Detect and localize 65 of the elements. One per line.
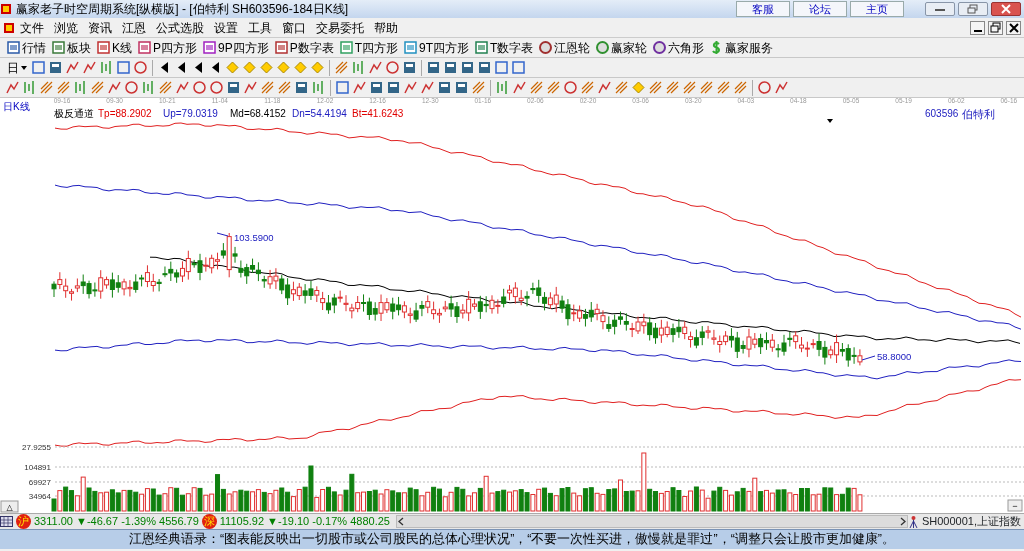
window-title: 赢家老子时空周期系统[纵横版] - [伯特利 SH603596-184日K线] xyxy=(15,1,350,17)
indicator-name: 极反通道 xyxy=(54,107,94,121)
toolbar-button[interactable]: 9T四方形 xyxy=(401,38,473,57)
panel-toggle-button[interactable]: △ xyxy=(0,500,19,513)
menu-item[interactable]: 江恩 xyxy=(117,18,151,37)
quote-text: 江恩经典语录：“图表能反映出一切股市或公司股民的总体心理状况”，“不要一次性买进，傲慢就是罪过”，“调整只会让股市更加健康”。 xyxy=(0,529,1024,549)
toolbar-label[interactable]: 9P四方形 xyxy=(218,38,269,57)
toolbar-label[interactable]: 赢家服务 xyxy=(725,38,774,57)
toolbar-button[interactable]: 赢家服务 xyxy=(707,38,777,57)
menu-item[interactable]: 资讯 xyxy=(83,18,117,37)
menu-item[interactable]: 浏览 xyxy=(49,18,83,37)
toolbar-label[interactable]: K线 xyxy=(112,38,132,57)
header-link[interactable]: 客服 xyxy=(736,1,790,17)
header-link[interactable]: 主页 xyxy=(850,1,904,17)
toolbar-button[interactable]: 板块 xyxy=(49,38,94,57)
indicator-value: Bt=41.6243 xyxy=(352,107,404,121)
toolbar-button[interactable]: P数字表 xyxy=(271,38,337,57)
toolbar-label[interactable]: T四方形 xyxy=(354,38,399,57)
low-price-label: 58.8000 xyxy=(877,351,912,362)
toolbar-button[interactable]: 六角形 xyxy=(650,38,708,57)
menu-item[interactable]: 帮助 xyxy=(369,18,403,37)
toolbar-label[interactable]: 赢家轮 xyxy=(611,38,648,57)
indicator-value: Tp=88.2902 xyxy=(98,107,152,121)
volume-tick-label: 34964 xyxy=(28,492,51,501)
toolbar-label[interactable]: P数字表 xyxy=(289,38,334,57)
menu-item[interactable]: 工具 xyxy=(243,18,277,37)
toolbar-button[interactable]: T四方形 xyxy=(336,38,402,57)
header-link[interactable]: 论坛 xyxy=(793,1,847,17)
toolbar-button[interactable]: 赢家轮 xyxy=(593,38,651,57)
menu-item[interactable]: 文件 xyxy=(15,18,49,37)
dropdown-value[interactable]: 日 xyxy=(7,58,19,77)
panel-minimize-button[interactable]: − xyxy=(1007,499,1023,512)
stock-code: 603596 xyxy=(925,107,959,121)
toolbar-label[interactable]: 板块 xyxy=(67,38,91,57)
toolbar-button[interactable]: 9P四方形 xyxy=(200,38,272,57)
toolbar-label[interactable]: T数字表 xyxy=(490,38,534,57)
indicator-value: Up=79.0319 xyxy=(163,107,218,121)
menu-item[interactable]: 公式选股 xyxy=(151,18,209,37)
market-badge: 沪 xyxy=(16,514,31,529)
index-quote: 3311.00 ▼-46.67 -1.39% 4556.79 xyxy=(34,514,199,529)
volume-tick-label: 104891 xyxy=(24,463,51,472)
period-dropdown[interactable]: 日 xyxy=(4,58,30,77)
axis-label: 27.9255 xyxy=(22,443,51,452)
indicator-value: Dn=54.4194 xyxy=(292,107,347,121)
high-price-label: 103.5900 xyxy=(234,232,274,243)
menu-item[interactable]: 设置 xyxy=(209,18,243,37)
toolbar-button[interactable]: 行情 xyxy=(4,38,49,57)
toolbar-label[interactable]: 江恩轮 xyxy=(554,38,591,57)
toolbar-button[interactable]: K线 xyxy=(94,38,135,57)
toolbar-label[interactable]: 9T四方形 xyxy=(419,38,470,57)
menu-item[interactable]: 交易委托 xyxy=(311,18,369,37)
toolbar-button[interactable]: T数字表 xyxy=(472,38,537,57)
menu-item[interactable]: 窗口 xyxy=(277,18,311,37)
volume-tick-label: 69927 xyxy=(28,478,51,487)
period-label: 日K线 xyxy=(3,101,30,112)
stock-name: 伯特利 xyxy=(962,107,995,121)
market-badge: 深 xyxy=(201,514,217,529)
toolbar-label[interactable]: 行情 xyxy=(22,38,46,57)
index-quote: 11105.92 ▼-19.10 -0.17% 4880.25 xyxy=(219,514,390,529)
current-symbol: SH000001,上证指数 xyxy=(921,514,1021,529)
toolbar-label[interactable]: P四方形 xyxy=(153,38,198,57)
toolbar-label[interactable]: 六角形 xyxy=(668,38,705,57)
toolbar-button[interactable]: 江恩轮 xyxy=(536,38,594,57)
toolbar-button[interactable]: P四方形 xyxy=(135,38,201,57)
indicator-value: Md=68.4152 xyxy=(230,107,286,121)
